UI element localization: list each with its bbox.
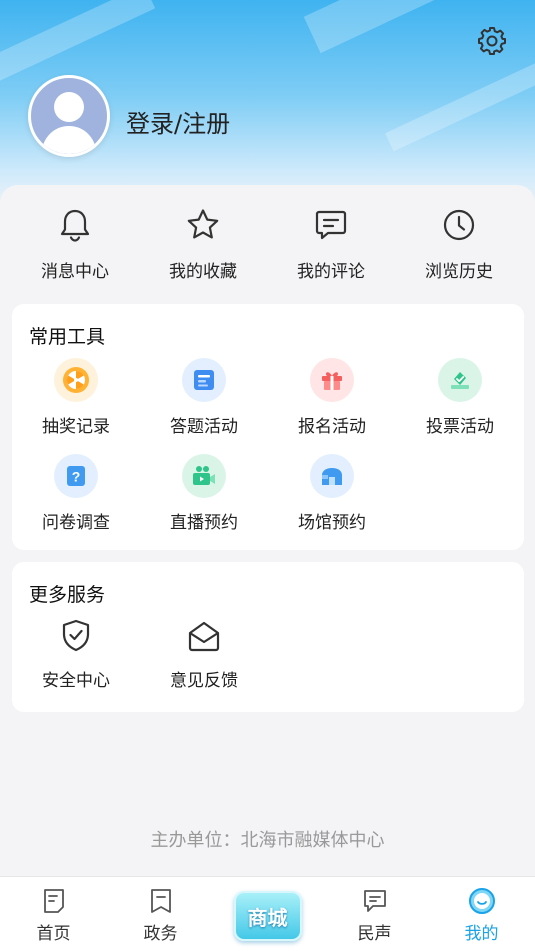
tab-label: 民声 xyxy=(357,924,392,944)
quick-actions: 消息中心 我的收藏 我的评论 浏览历史 xyxy=(0,185,535,303)
tool-label: 报名活动 xyxy=(298,417,366,437)
tool-label: 问卷调查 xyxy=(42,513,110,533)
tool-label: 答题活动 xyxy=(170,417,238,437)
tab-label: 政务 xyxy=(143,924,178,944)
quick-item-favorites[interactable]: 我的收藏 xyxy=(139,185,267,303)
quick-label: 我的评论 xyxy=(297,262,365,282)
chat-icon xyxy=(363,890,386,912)
tab-label: 我的 xyxy=(464,924,499,944)
quick-item-messages[interactable]: 消息中心 xyxy=(11,185,139,303)
service-label: 安全中心 xyxy=(42,671,110,691)
tool-live-reservation[interactable]: 直播预约 xyxy=(140,454,268,533)
section-title: 常用工具 xyxy=(29,326,106,348)
venue-icon xyxy=(310,454,354,498)
quiz-card-icon xyxy=(182,358,226,402)
video-camera-icon xyxy=(182,454,226,498)
smile-icon xyxy=(468,888,495,914)
service-label: 意见反馈 xyxy=(170,671,238,691)
tab-government[interactable]: 政务 xyxy=(107,877,214,951)
tool-label: 抽奖记录 xyxy=(42,417,110,437)
lottery-wheel-icon xyxy=(54,358,98,402)
bell-icon xyxy=(60,209,90,242)
tool-venue-reservation[interactable]: 场馆预约 xyxy=(268,454,396,533)
quick-label: 浏览历史 xyxy=(425,262,493,282)
tool-label: 直播预约 xyxy=(170,513,238,533)
question-icon: ? xyxy=(54,454,98,498)
more-services-card: 更多服务 安全中心 意见反馈 xyxy=(12,562,524,712)
service-security-center[interactable]: 安全中心 xyxy=(12,618,140,691)
common-tools-card: 常用工具 抽奖记录 答题活动 报名活动 投票活动 ? 问卷调查 直播预约 场馆预… xyxy=(12,304,524,550)
tool-quiz-activity[interactable]: 答题活动 xyxy=(140,358,268,437)
quick-item-history[interactable]: 浏览历史 xyxy=(395,185,523,303)
section-title: 更多服务 xyxy=(29,584,106,606)
tool-label: 投票活动 xyxy=(426,417,494,437)
open-mail-icon xyxy=(188,621,220,652)
tab-label: 首页 xyxy=(36,924,71,944)
quick-label: 消息中心 xyxy=(41,262,109,282)
bookmark-icon xyxy=(150,889,171,913)
header-decor xyxy=(385,48,535,152)
shield-check-icon xyxy=(62,619,90,652)
quick-label: 我的收藏 xyxy=(169,262,237,282)
clock-icon xyxy=(443,209,475,241)
mall-badge: 商城 xyxy=(233,891,302,941)
service-feedback[interactable]: 意见反馈 xyxy=(140,618,268,691)
avatar[interactable] xyxy=(28,75,110,157)
home-doc-icon xyxy=(43,889,64,913)
login-register-link[interactable]: 登录/注册 xyxy=(126,104,230,139)
bottom-tab-bar: 首页 政务 商城 民声 我的 xyxy=(0,876,535,951)
quick-item-comments[interactable]: 我的评论 xyxy=(267,185,395,303)
tab-public-voice[interactable]: 民声 xyxy=(321,877,428,951)
tool-lottery-records[interactable]: 抽奖记录 xyxy=(12,358,140,437)
tool-label: 场馆预约 xyxy=(298,513,366,533)
settings-gear-icon[interactable] xyxy=(477,26,507,56)
gift-icon xyxy=(310,358,354,402)
tool-voting-activity[interactable]: 投票活动 xyxy=(396,358,524,437)
tab-home[interactable]: 首页 xyxy=(0,877,107,951)
tool-signup-activity[interactable]: 报名活动 xyxy=(268,358,396,437)
star-icon xyxy=(187,209,219,239)
tab-mall[interactable]: 商城 xyxy=(214,877,321,951)
host-organization-note: 主办单位：北海市融媒体中心 xyxy=(150,830,385,851)
tab-mine[interactable]: 我的 xyxy=(428,877,535,951)
vote-icon xyxy=(438,358,482,402)
svg-text:?: ? xyxy=(72,469,81,485)
default-user-icon xyxy=(41,92,97,154)
comment-icon xyxy=(315,210,347,240)
tool-questionnaire[interactable]: ? 问卷调查 xyxy=(12,454,140,533)
